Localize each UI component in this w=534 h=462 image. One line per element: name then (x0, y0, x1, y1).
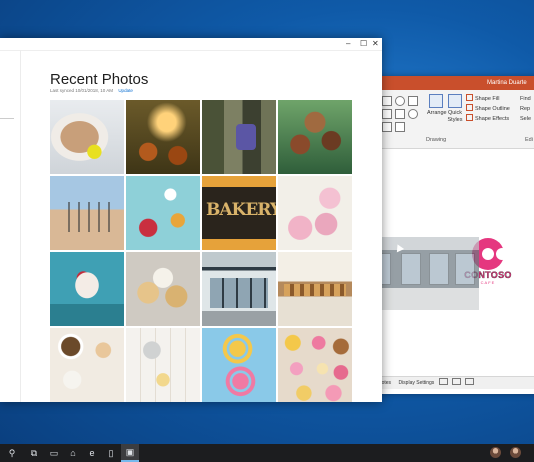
shape-fill-button[interactable]: Shape Fill (466, 94, 510, 104)
normal-view-icon[interactable] (438, 378, 448, 385)
file-explorer-icon[interactable]: ▭ (48, 447, 60, 459)
shapes-gallery[interactable] (382, 96, 428, 132)
photos-icon[interactable]: ▣ (121, 444, 139, 462)
reading-view-icon[interactable] (465, 378, 475, 385)
task-view-icon[interactable]: ⧉ (28, 447, 40, 459)
storefront-window (429, 253, 449, 285)
photo-tile-donut-assortment[interactable] (278, 328, 352, 402)
arrange-button[interactable]: Arrange (427, 94, 447, 117)
update-link[interactable]: Update (118, 88, 133, 93)
select-button[interactable]: Sele (520, 114, 531, 124)
shape-arrow-icon[interactable] (382, 109, 392, 119)
editing-group: Find Rep Sele (520, 94, 531, 124)
page-title: Recent Photos (50, 71, 149, 88)
photo-tile-puppy[interactable] (50, 100, 124, 174)
photo-grid (50, 100, 352, 402)
photo-tile-macarons[interactable] (278, 176, 352, 250)
photos-title-bar[interactable]: – ☐ ✕ (0, 38, 382, 51)
store-icon[interactable]: ⌂ (67, 447, 79, 459)
maximize-button[interactable]: ☐ (360, 39, 367, 49)
minimize-button[interactable]: – (346, 39, 350, 49)
shape-effects-button[interactable]: Shape Effects (466, 114, 510, 124)
storefront-window (401, 253, 421, 285)
edge-icon[interactable]: e (86, 447, 98, 459)
last-synced-text: Last synced 10/01/2018, 10 AM (50, 88, 114, 93)
photo-tile-two-donuts[interactable] (202, 328, 276, 402)
close-button[interactable]: ✕ (372, 39, 379, 49)
photo-tile-beach[interactable] (50, 176, 124, 250)
shape-circle-icon[interactable] (408, 109, 418, 119)
powerpoint-title-bar: Martina Duarte (372, 76, 534, 90)
search-icon[interactable]: ⚲ (6, 447, 18, 459)
photo-tile-rocks[interactable] (202, 100, 276, 174)
photo-tile-storefront[interactable] (202, 252, 276, 326)
photo-tile-cupcakes[interactable] (126, 252, 200, 326)
storefront-window (455, 253, 475, 285)
photos-window[interactable]: – ☐ ✕ Recent Photos Last synced 10/01/20… (0, 38, 382, 402)
photo-tile-pastry-counter[interactable] (278, 252, 352, 326)
sidebar-border (20, 50, 21, 402)
sync-status: Last synced 10/01/2018, 10 AM Update (50, 88, 133, 93)
user-name: Martina Duarte (487, 80, 527, 86)
display-settings-button[interactable]: Display Settings (398, 380, 434, 386)
ribbon: Arrange Quick Styles Shape Fill Shape Ou… (372, 90, 534, 149)
status-bar: Notes Display Settings (372, 376, 534, 389)
shape-rectangle-icon[interactable] (382, 96, 392, 106)
dragged-photo-preview (365, 237, 479, 310)
shape-square-icon[interactable] (382, 122, 392, 132)
avatar[interactable] (510, 447, 521, 458)
find-button[interactable]: Find (520, 94, 531, 104)
avatar[interactable] (490, 447, 501, 458)
editing-group-label: Edi (525, 137, 533, 143)
photo-tile-ingredients[interactable] (50, 328, 124, 402)
arrange-icon (429, 94, 443, 108)
taskbar: ⚲ ⧉ ▭ ⌂ e ▯ ▣ (0, 444, 534, 462)
nav-divider (0, 118, 14, 119)
photo-tile-bakery-sign[interactable] (202, 176, 276, 250)
quick-styles-button[interactable]: Quick Styles (446, 94, 464, 124)
shape-format-group: Shape Fill Shape Outline Shape Effects (466, 94, 510, 124)
photo-tile-kitchen-tools[interactable] (126, 328, 200, 402)
photo-tile-baking[interactable] (126, 176, 200, 250)
replace-button[interactable]: Rep (520, 104, 531, 114)
slide-sorter-icon[interactable] (452, 378, 462, 385)
drawing-group-label: Drawing (426, 137, 447, 143)
phone-icon[interactable]: ▯ (105, 447, 117, 459)
photo-tile-cheesecake[interactable] (50, 252, 124, 326)
quick-styles-icon (448, 94, 462, 108)
photo-tile-family[interactable] (278, 100, 352, 174)
shape-triangle-icon[interactable] (408, 96, 418, 106)
powerpoint-window[interactable]: Martina Duarte Arrange Quick Styles Shap… (372, 76, 534, 394)
photo-tile-autumn[interactable] (126, 100, 200, 174)
shape-star-icon[interactable] (395, 109, 405, 119)
shape-oval-icon[interactable] (395, 96, 405, 106)
shape-outline-button[interactable]: Shape Outline (466, 104, 510, 114)
shape-callout-icon[interactable] (395, 122, 405, 132)
